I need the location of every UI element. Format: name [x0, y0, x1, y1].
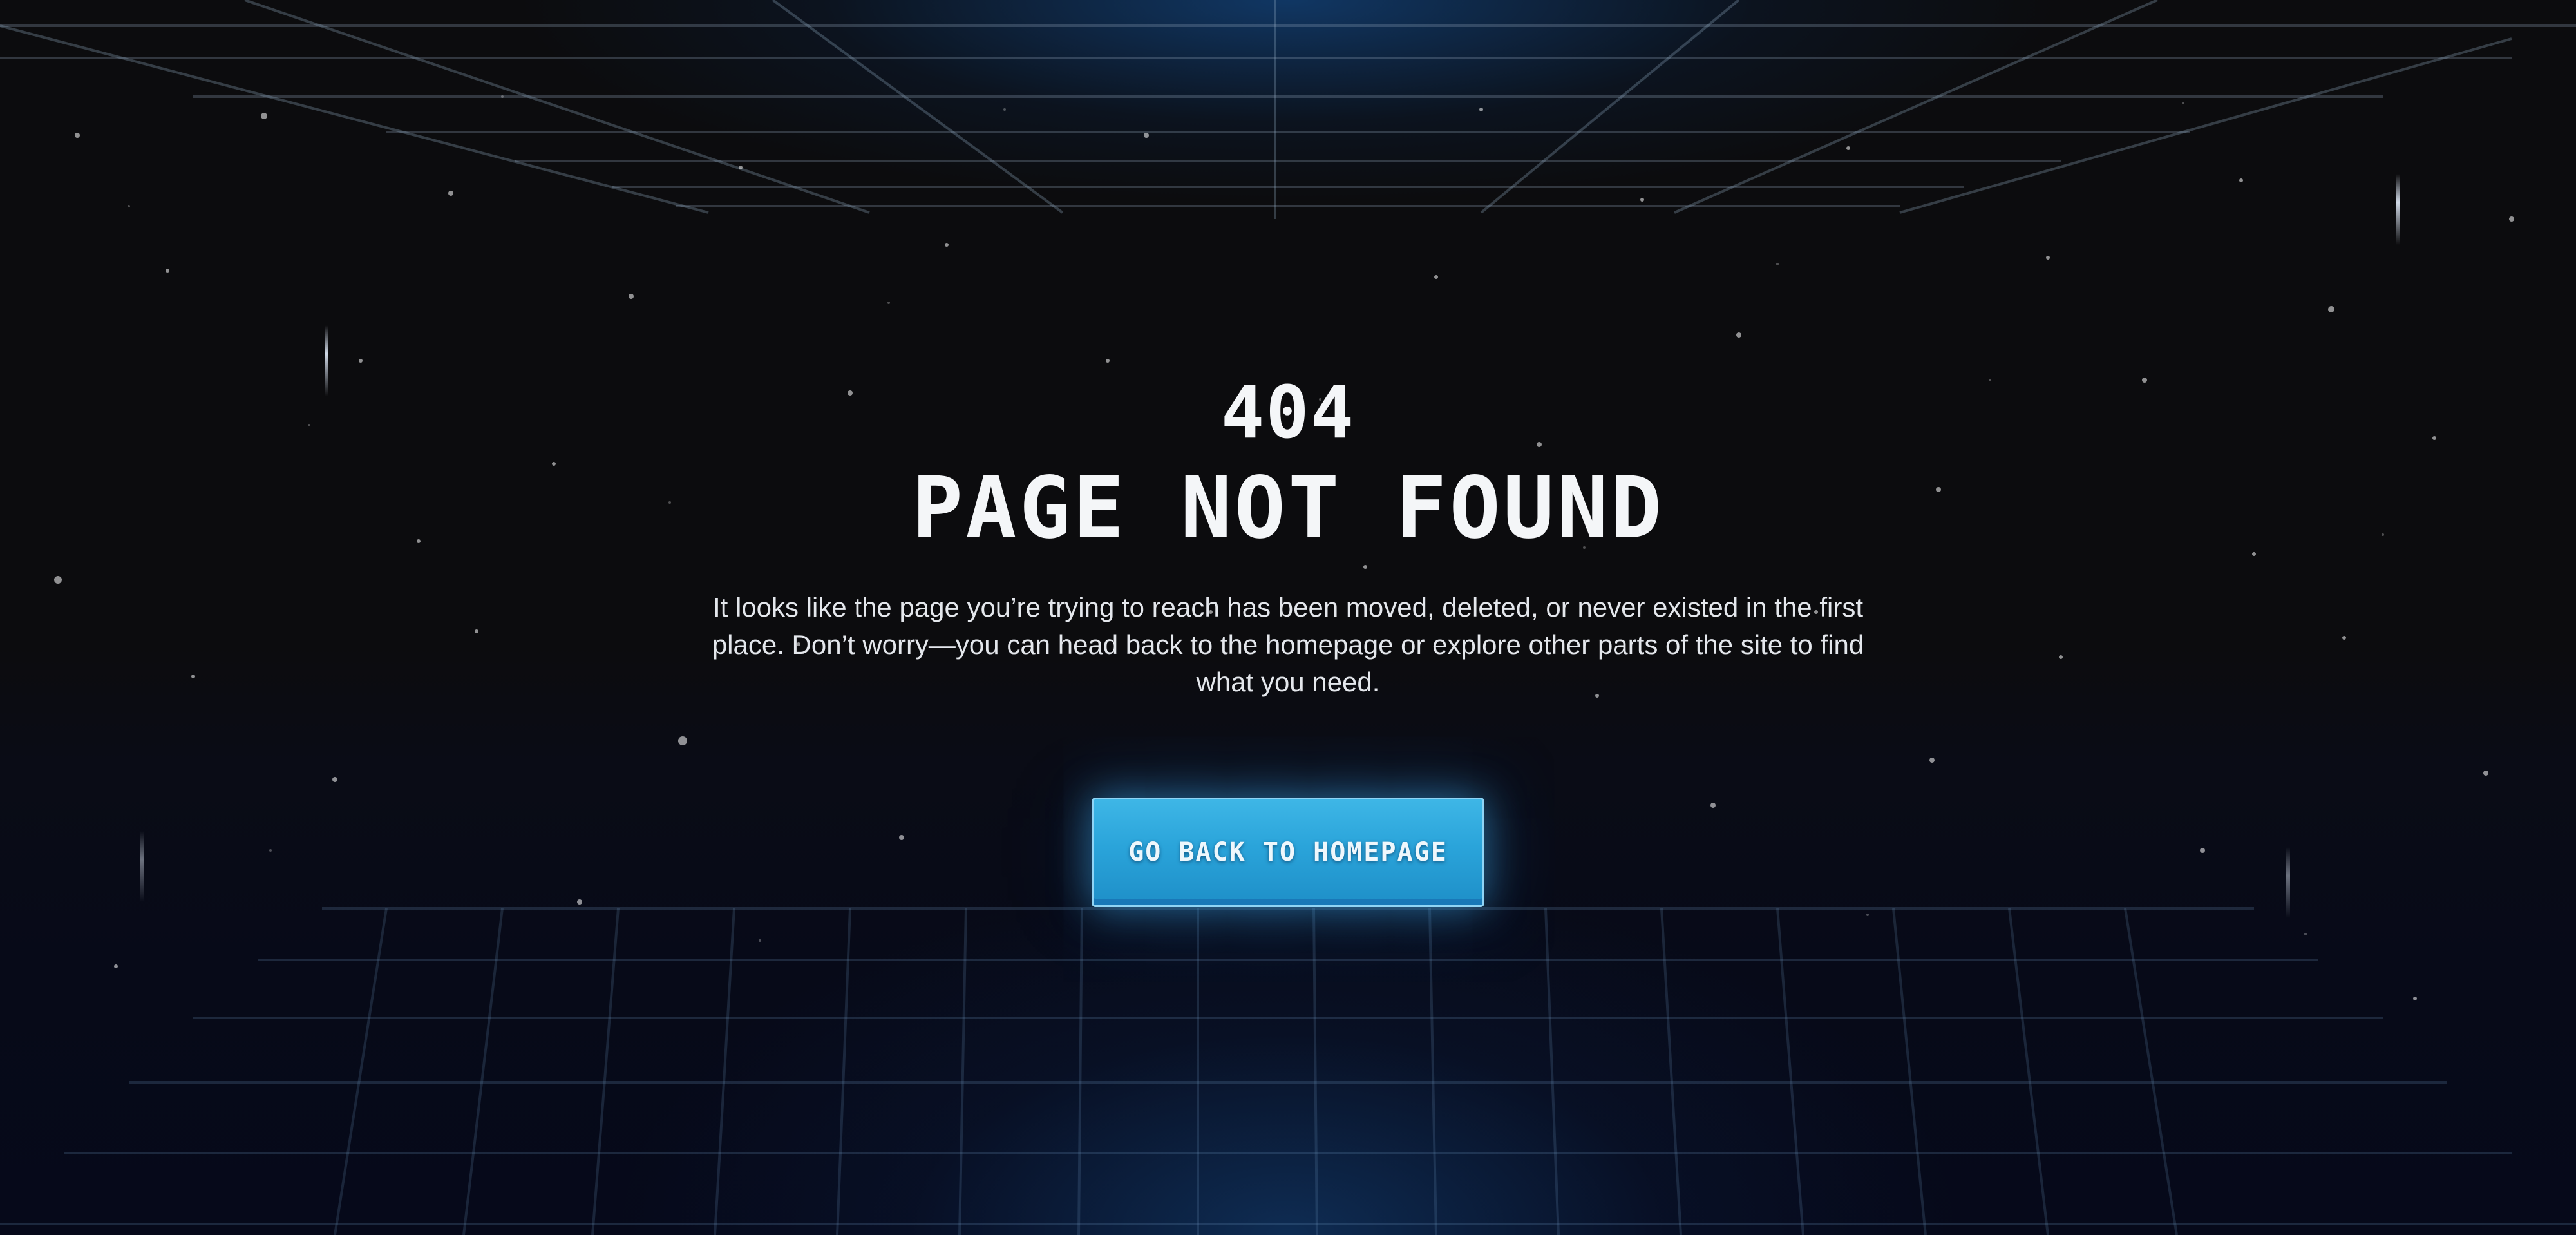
error-code: 404 [1220, 371, 1356, 455]
cta-container: GO BACK TO HOMEPAGE [0, 798, 2576, 908]
error-message: It looks like the page you’re trying to … [712, 592, 1864, 698]
go-back-homepage-button[interactable]: GO BACK TO HOMEPAGE [1092, 798, 1484, 908]
light-streak-right [2396, 174, 2400, 245]
floor-grid-decoration [0, 907, 2576, 1235]
error-headline: PAGE NOT FOUND [911, 459, 1665, 559]
not-found-page: 404 PAGE NOT FOUND It looks like the pag… [0, 0, 2576, 1235]
error-content: 404 PAGE NOT FOUND It looks like the pag… [0, 371, 2576, 908]
